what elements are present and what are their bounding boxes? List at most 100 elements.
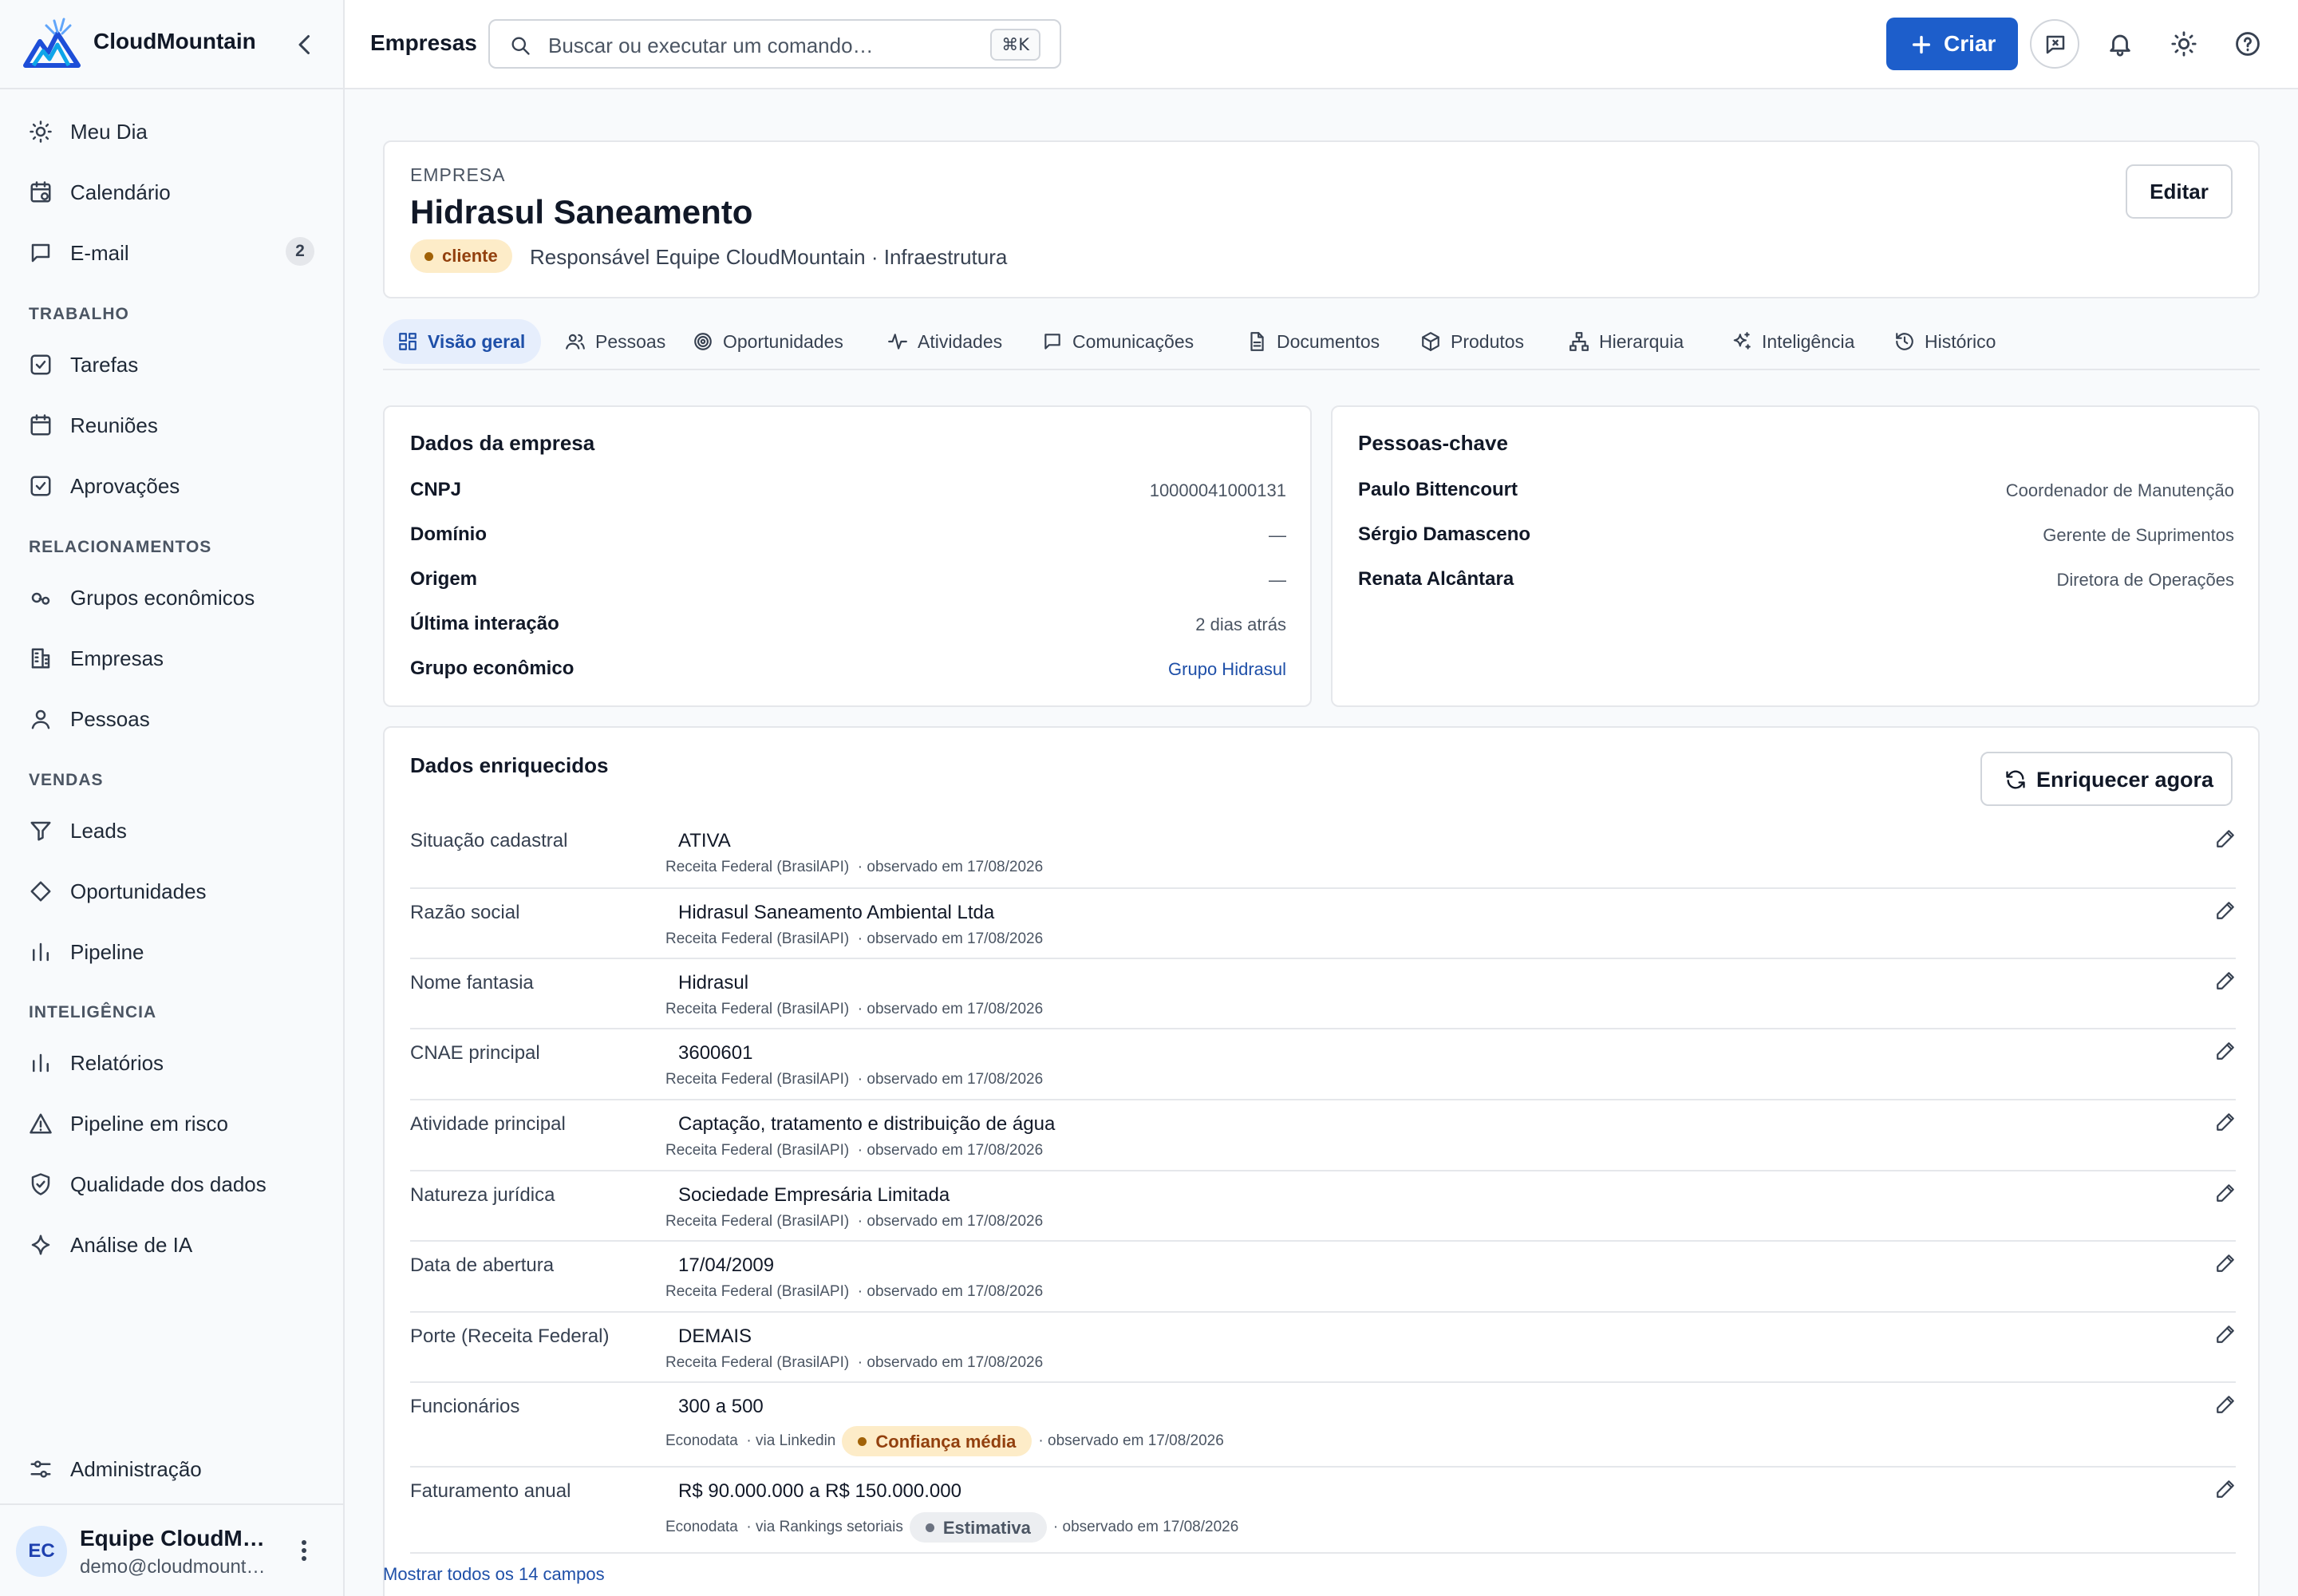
cloudmountain-logo[interactable] — [22, 18, 81, 70]
search-input[interactable]: Buscar ou executar um comando… — [548, 34, 874, 58]
sidebar-item-label: Pessoas — [70, 707, 150, 731]
refresh-icon — [2004, 768, 2027, 791]
edit-button[interactable]: Editar — [2126, 164, 2233, 219]
enriched-data-card: Dados enriquecidos Enriquecer agora Situ… — [383, 726, 2260, 1596]
sidebar-item-relatorios[interactable]: Relatórios — [0, 1035, 343, 1088]
command-search[interactable]: Buscar ou executar um comando… ⌘K — [488, 19, 1061, 69]
field-label: Última interação — [410, 613, 559, 634]
tab-hierarquia[interactable]: Hierarquia — [1554, 319, 1711, 364]
breadcrumb[interactable]: Empresas — [370, 30, 477, 56]
pencil-icon[interactable] — [2215, 1324, 2236, 1345]
section-title-trabalho: TRABALHO — [29, 305, 129, 323]
main-content: EMPRESA Hidrasul Saneamento cliente Resp… — [345, 89, 2298, 1596]
sidebar-item-analise-de-ia[interactable]: Análise de IA — [0, 1217, 343, 1270]
create-button[interactable]: Criar — [1886, 18, 2018, 70]
building-icon — [29, 646, 53, 670]
check-square-icon — [29, 474, 53, 498]
enrich-now-button[interactable]: Enriquecer agora — [1980, 752, 2233, 806]
sidebar-item-label: Calendário — [70, 180, 171, 204]
section-title-inteligencia: INTELIGÊNCIA — [29, 1003, 157, 1021]
tab-produtos[interactable]: Produtos — [1406, 319, 1548, 364]
sidebar-item-label: Leads — [70, 819, 127, 843]
tab-historico[interactable]: Histórico — [1880, 319, 2024, 364]
pencil-icon[interactable] — [2215, 1479, 2236, 1499]
help-icon[interactable] — [2234, 30, 2261, 57]
tab-pessoas[interactable]: Pessoas — [551, 319, 672, 364]
source-name: Econodata — [665, 1519, 738, 1535]
sidebar-item-empresas[interactable]: Empresas — [0, 630, 343, 683]
observed-date: · observado em 17/08/2026 — [857, 1283, 1044, 1300]
sidebar-item-calendario[interactable]: Calendário — [0, 164, 343, 217]
pencil-icon[interactable] — [2215, 1253, 2236, 1274]
tab-inteligencia[interactable]: Inteligência — [1717, 319, 1874, 364]
confidence-badge: Confiança média — [842, 1426, 1033, 1456]
entity-type-label: EMPRESA — [410, 164, 506, 185]
tab-atividades[interactable]: Atividades — [873, 319, 1021, 364]
user-icon — [29, 707, 53, 731]
sidebar-item-qualidade-dos-dados[interactable]: Qualidade dos dados — [0, 1156, 343, 1209]
enriched-value: Sociedade Empresária Limitada — [678, 1184, 950, 1206]
sidebar-item-meu-dia[interactable]: Meu Dia — [0, 104, 343, 156]
sidebar-item-label: Administração — [70, 1457, 202, 1481]
tab-visao-geral[interactable]: Visão geral — [383, 319, 541, 364]
pencil-icon[interactable] — [2215, 1394, 2236, 1415]
pencil-icon[interactable] — [2215, 1112, 2236, 1132]
person-row[interactable]: Sérgio Damasceno Gerente de Suprimentos — [1358, 523, 2234, 555]
sidebar-item-pipeline-em-risco[interactable]: Pipeline em risco — [0, 1096, 343, 1148]
sidebar-item-pessoas[interactable]: Pessoas — [0, 691, 343, 744]
bell-icon[interactable] — [2106, 30, 2134, 57]
pencil-icon[interactable] — [2215, 900, 2236, 921]
pencil-icon[interactable] — [2215, 828, 2236, 849]
show-all-fields-link[interactable]: Mostrar todos os 14 campos — [383, 1564, 605, 1585]
source-name: Econodata — [665, 1432, 738, 1449]
field-row: Domínio — — [410, 523, 1286, 555]
sidebar-item-oportunidades[interactable]: Oportunidades — [0, 863, 343, 916]
source-via: · via Linkedin — [746, 1432, 836, 1449]
pencil-icon[interactable] — [2215, 970, 2236, 991]
card-title: Pessoas-chave — [1358, 431, 1508, 455]
field-row: Última interação 2 dias atrás — [410, 613, 1286, 645]
sidebar-item-leads[interactable]: Leads — [0, 803, 343, 855]
source-name: Receita Federal (BrasilAPI) — [665, 930, 850, 947]
sidebar-item-reunioes[interactable]: Reuniões — [0, 397, 343, 450]
sidebar-item-label: Oportunidades — [70, 879, 207, 903]
tab-documentos[interactable]: Documentos — [1232, 319, 1400, 364]
tab-label: Comunicações — [1072, 331, 1194, 352]
enriched-value: ATIVA — [678, 830, 731, 851]
theme-sun-icon[interactable] — [2170, 30, 2197, 57]
tab-oportunidades[interactable]: Oportunidades — [678, 319, 867, 364]
source-name: Receita Federal (BrasilAPI) — [665, 1213, 850, 1230]
unread-count-badge: 2 — [286, 237, 314, 266]
tab-comunicacoes[interactable]: Comunicações — [1028, 319, 1226, 364]
sidebar-item-grupos-economicos[interactable]: Grupos econômicos — [0, 570, 343, 622]
brand-header: CloudMountain — [0, 0, 343, 89]
user-profile[interactable]: EC Equipe CloudMountain demo@cloudmounta… — [0, 1503, 343, 1596]
person-row[interactable]: Renata Alcântara Diretora de Operações — [1358, 568, 2234, 600]
sidebar-item-email[interactable]: E-mail 2 — [0, 225, 343, 278]
sidebar-item-pipeline[interactable]: Pipeline — [0, 924, 343, 977]
pencil-icon[interactable] — [2215, 1183, 2236, 1203]
more-vertical-icon[interactable] — [292, 1537, 316, 1564]
enriched-source: Econodata · via Rankings setoriais Estima… — [665, 1512, 1238, 1543]
calendar-icon — [29, 413, 53, 437]
sidebar-item-administracao[interactable]: Administração — [0, 1441, 343, 1494]
create-button-label: Criar — [1944, 31, 1996, 56]
enriched-row: Situação cadastral ATIVA Receita Federal… — [410, 817, 2236, 889]
bar-chart-icon — [29, 1051, 53, 1075]
observed-date: · observado em 17/08/2026 — [857, 1142, 1044, 1159]
enriched-label: Situação cadastral — [410, 830, 568, 851]
chevron-left-icon[interactable] — [290, 30, 319, 59]
enriched-label: Faturamento anual — [410, 1480, 571, 1502]
assistant-button[interactable] — [2030, 19, 2079, 69]
person-row[interactable]: Paulo Bittencourt Coordenador de Manutenç… — [1358, 479, 2234, 511]
pencil-icon[interactable] — [2215, 1041, 2236, 1061]
sidebar-item-tarefas[interactable]: Tarefas — [0, 337, 343, 389]
users-icon — [565, 331, 586, 352]
enriched-source: Receita Federal (BrasilAPI) · observado … — [665, 1142, 1043, 1172]
section-title-vendas: VENDAS — [29, 771, 104, 789]
field-label: Origem — [410, 568, 478, 590]
economic-group-link[interactable]: Grupo Hidrasul — [1168, 659, 1286, 680]
sidebar-item-label: Pipeline em risco — [70, 1112, 228, 1136]
sidebar-item-aprovacoes[interactable]: Aprovações — [0, 458, 343, 511]
user-email: demo@cloudmountain.com.br — [80, 1556, 271, 1578]
